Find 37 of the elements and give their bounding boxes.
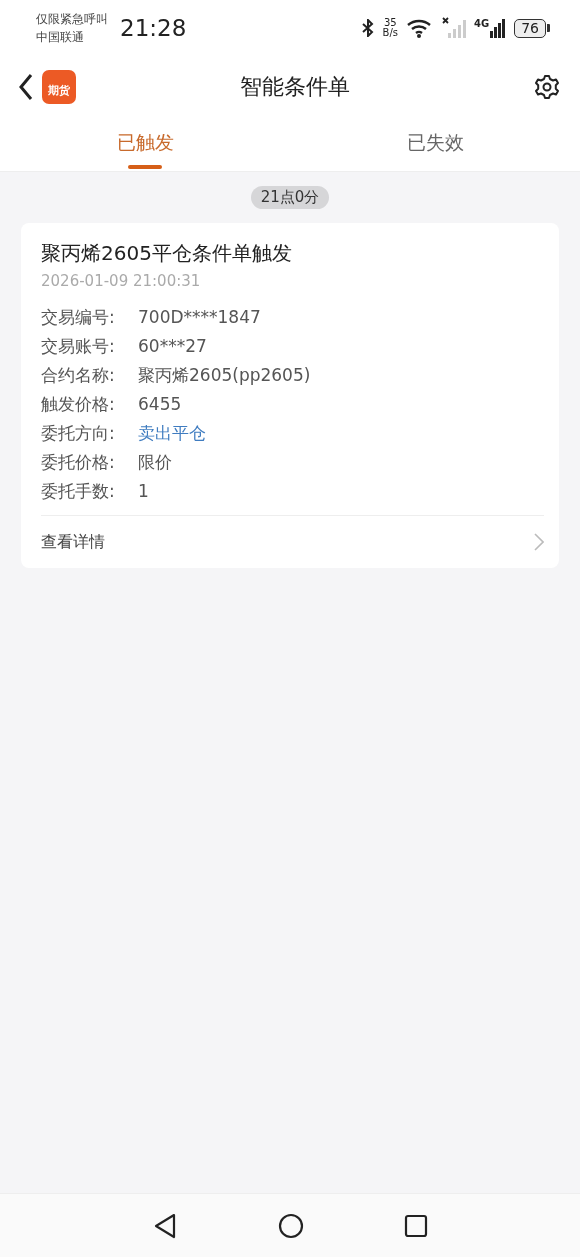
clock-time: 21:28 bbox=[120, 15, 187, 41]
field-value: 1 bbox=[138, 480, 149, 503]
network-type: 4G bbox=[474, 18, 490, 29]
home-nav-icon[interactable] bbox=[278, 1212, 304, 1239]
field-label: 交易编号: bbox=[41, 306, 116, 329]
field-value: 卖出平仓 bbox=[138, 422, 206, 445]
field-label: 委托方向: bbox=[41, 422, 116, 445]
field-label: 委托价格: bbox=[41, 451, 116, 474]
back-icon[interactable] bbox=[18, 73, 34, 101]
field-value: 聚丙烯2605(pp2605) bbox=[138, 364, 311, 387]
no-signal-icon bbox=[442, 17, 466, 39]
page-title: 智能条件单 bbox=[240, 73, 350, 101]
carrier-name: 中国联通 bbox=[36, 29, 85, 46]
recents-nav-icon[interactable] bbox=[404, 1213, 428, 1238]
tab[interactable]: 已触发 bbox=[0, 118, 290, 171]
field-value: 限价 bbox=[138, 451, 172, 474]
field-label: 合约名称: bbox=[41, 364, 116, 387]
app-logo: 期货 bbox=[42, 70, 76, 104]
speed-unit: B/s bbox=[382, 28, 398, 38]
battery-indicator: 76 bbox=[514, 18, 550, 38]
back-nav-icon[interactable] bbox=[152, 1211, 178, 1240]
order-title: 聚丙烯2605平仓条件单触发 bbox=[41, 240, 293, 267]
field-label: 触发价格: bbox=[41, 393, 116, 416]
bluetooth-icon bbox=[360, 19, 375, 37]
view-details-link[interactable]: 查看详情 bbox=[41, 531, 105, 553]
order-datetime: 2026-01-09 21:00:31 bbox=[41, 271, 202, 292]
field-value: 6455 bbox=[138, 393, 182, 416]
time-group-label: 21点0分 bbox=[250, 186, 330, 209]
emergency-notice: 仅限紧急呼叫 bbox=[36, 11, 108, 28]
speed-value: 35 bbox=[383, 18, 397, 28]
field-value: 700D****1847 bbox=[138, 306, 261, 329]
field-value: 60***27 bbox=[138, 335, 207, 358]
tab[interactable]: 已失效 bbox=[290, 118, 580, 171]
field-label: 交易账号: bbox=[41, 335, 116, 358]
signal-icon bbox=[490, 18, 507, 38]
field-label: 委托手数: bbox=[41, 480, 116, 503]
settings-icon[interactable] bbox=[534, 74, 560, 100]
